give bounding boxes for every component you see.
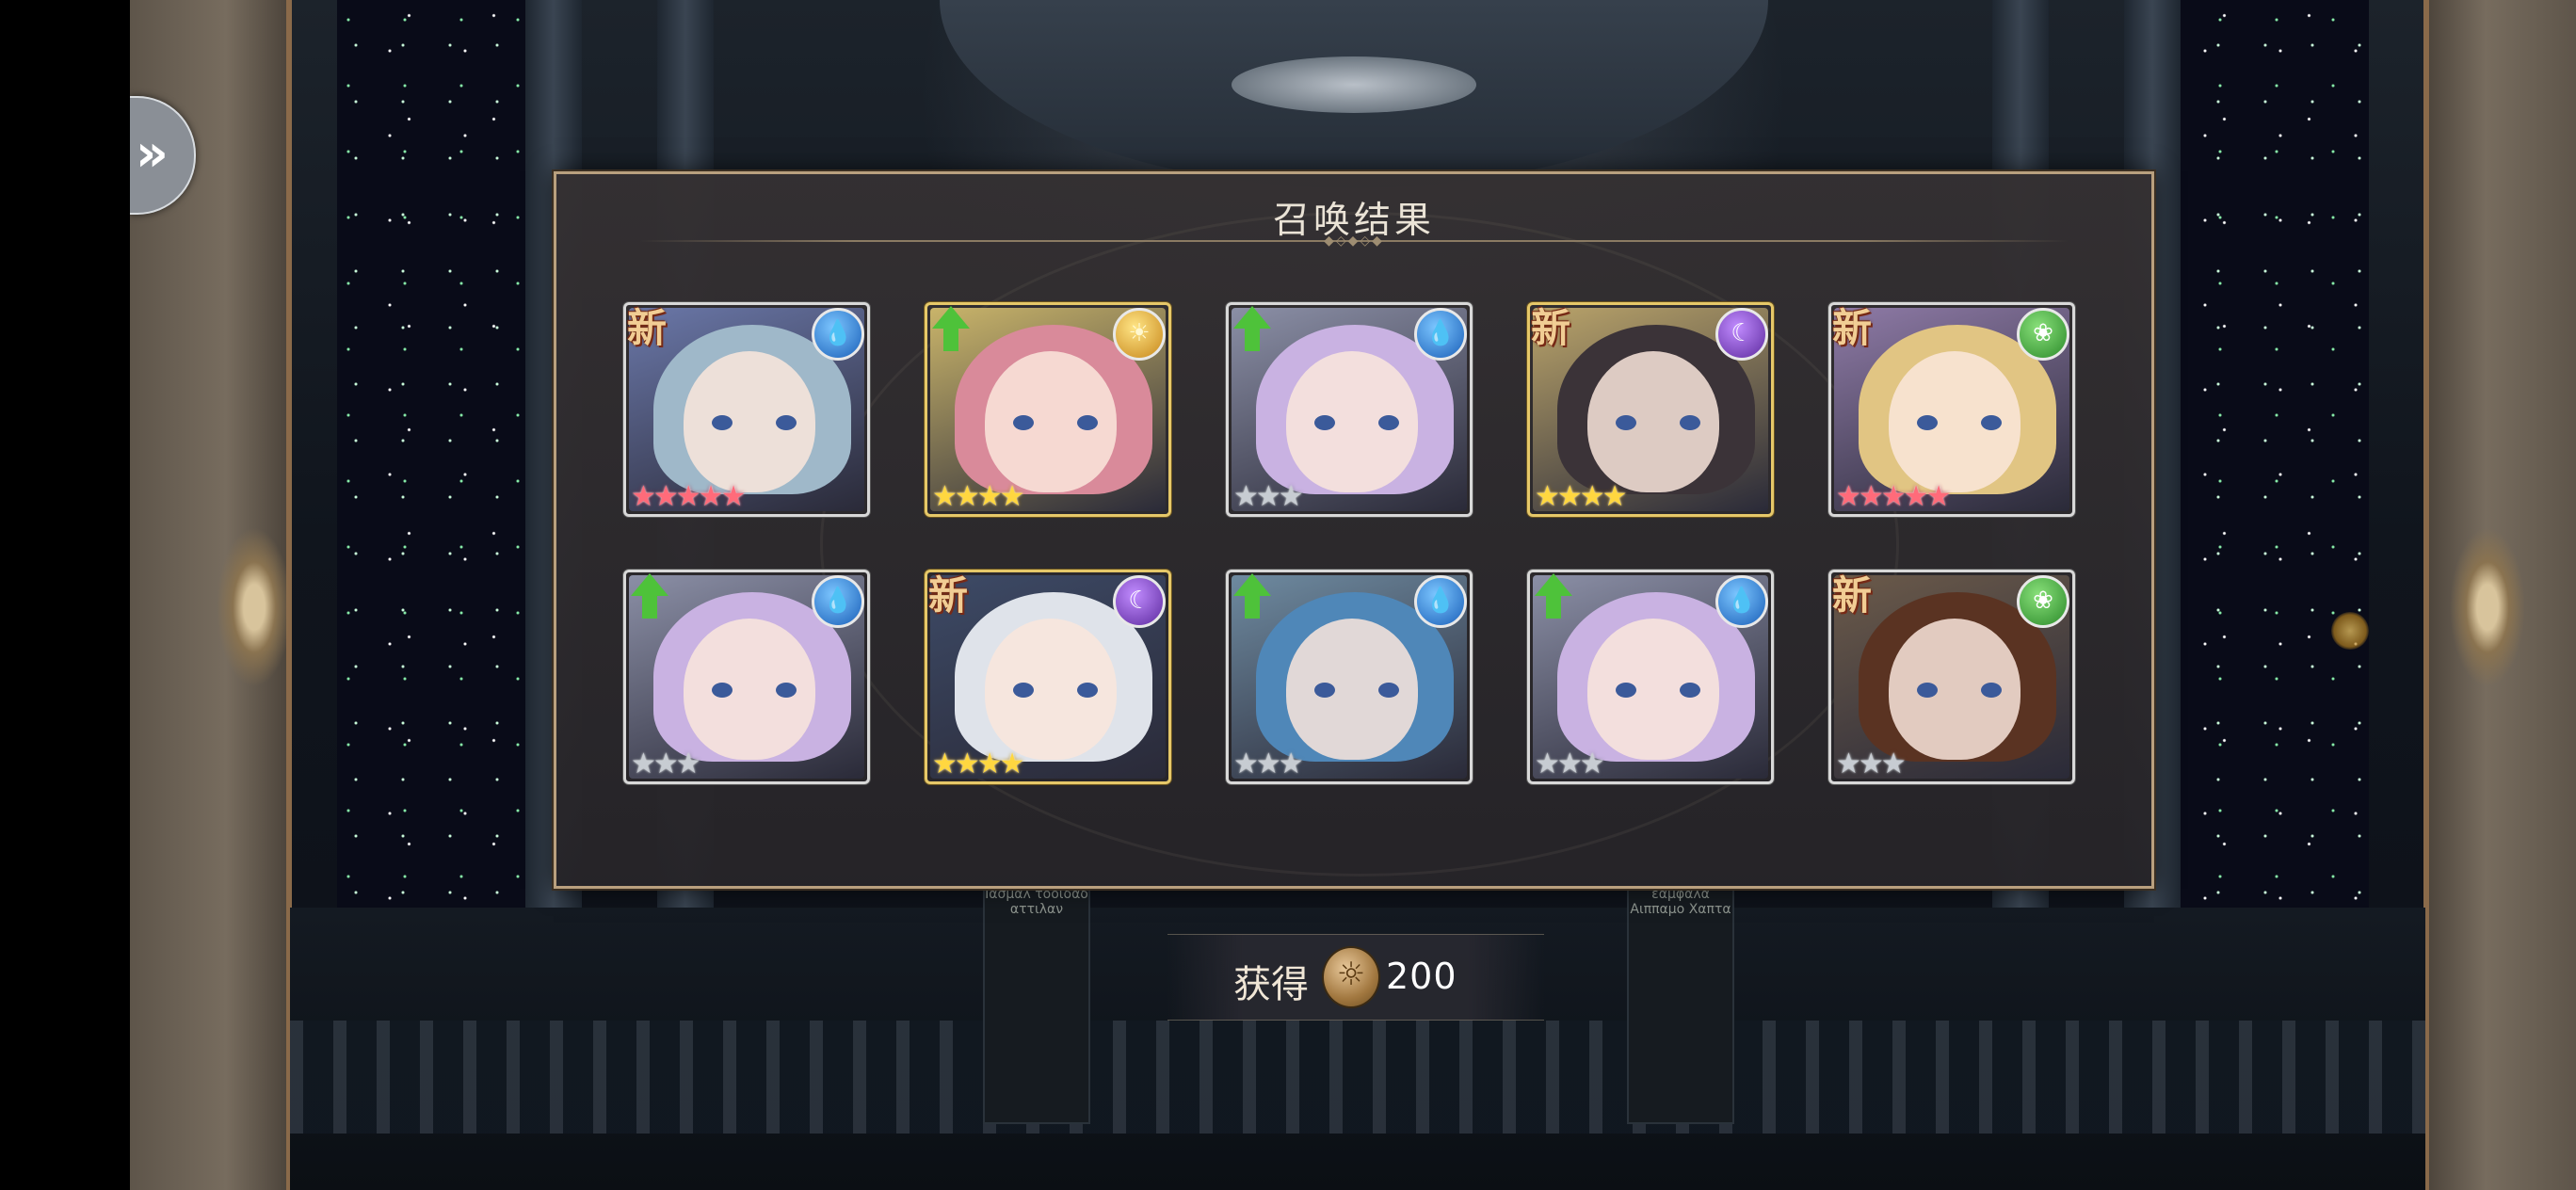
coin-icon <box>1322 946 1380 1008</box>
character-card[interactable]: 新 💧 ★★★★★ <box>623 302 870 517</box>
rarity-stars: ★★★ <box>1535 748 1605 780</box>
panel-header: 召唤结果 ◆◇◆◇◆ <box>556 174 2151 249</box>
character-eyes <box>1013 683 1098 701</box>
letterbox-left <box>0 0 130 1190</box>
glowing-orb <box>2331 612 2369 650</box>
water-element-icon: 💧 <box>1414 308 1467 361</box>
wind-element-icon: ❀ <box>2017 575 2069 628</box>
dome-skylight <box>1232 56 1476 113</box>
new-badge: 新 <box>928 572 969 619</box>
balustrade <box>290 1021 2425 1134</box>
rarity-stars: ★★★★★ <box>1836 480 1951 513</box>
character-card[interactable]: 💧 ★★★ <box>1226 302 1473 517</box>
ornament-left <box>217 527 292 687</box>
upgrade-arrow-icon <box>932 306 970 353</box>
summon-result-panel: 召唤结果 ◆◇◆◇◆ 新 💧 ★★★★★ ☀ ★★★★ 💧 ★★★ 新 ☾ ★★★★ 新 ❀ ★★★★★… <box>554 171 2154 889</box>
character-eyes <box>1616 415 1700 434</box>
character-card[interactable]: 新 ❀ ★★★★★ <box>1828 302 2075 517</box>
reward-label: 获得 <box>1233 963 1309 1006</box>
character-eyes <box>712 683 797 701</box>
rarity-stars: ★★★ <box>1836 748 1907 780</box>
double-chevron-right-icon: » <box>136 123 169 183</box>
new-badge: 新 <box>1531 305 1571 351</box>
dark-element-icon: ☾ <box>1715 308 1768 361</box>
new-badge: 新 <box>1832 305 1873 351</box>
character-eyes <box>1917 415 2002 434</box>
character-card[interactable]: 💧 ★★★ <box>623 570 870 784</box>
character-card[interactable]: 新 ☾ ★★★★ <box>1527 302 1774 517</box>
character-eyes <box>1013 415 1098 434</box>
rarity-stars: ★★★ <box>631 748 701 780</box>
character-card[interactable]: ☀ ★★★★ <box>925 302 1171 517</box>
character-card[interactable]: 💧 ★★★ <box>1226 570 1473 784</box>
character-eyes <box>1917 683 2002 701</box>
water-element-icon: 💧 <box>812 575 864 628</box>
reward-amount: 200 <box>1386 956 1457 997</box>
upgrade-arrow-icon <box>631 573 668 620</box>
rarity-stars: ★★★★ <box>932 480 1025 513</box>
new-badge: 新 <box>1832 572 1873 619</box>
rarity-stars: ★★★★★ <box>631 480 746 513</box>
water-element-icon: 💧 <box>1715 575 1768 628</box>
title-ornament: ◆◇◆◇◆ <box>1324 233 1384 249</box>
rarity-stars: ★★★★ <box>932 748 1025 780</box>
inscription-sign-right: εαμφαλα Αιππαμο Χαπτα <box>1627 885 1734 1124</box>
upgrade-arrow-icon <box>1535 573 1572 620</box>
water-element-icon: 💧 <box>1414 575 1467 628</box>
character-card[interactable]: 新 ☾ ★★★★ <box>925 570 1171 784</box>
ornament-right <box>2450 527 2525 687</box>
dark-element-icon: ☾ <box>1113 575 1166 628</box>
character-eyes <box>1314 415 1399 434</box>
character-card[interactable]: 新 ❀ ★★★ <box>1828 570 2075 784</box>
character-eyes <box>1314 683 1399 701</box>
inscription-sign-left: Ιασμαλ τοοιδαδ αττιλαν <box>983 885 1090 1124</box>
rarity-stars: ★★★★ <box>1535 480 1628 513</box>
wind-element-icon: ❀ <box>2017 308 2069 361</box>
upgrade-arrow-icon <box>1233 306 1271 353</box>
character-card[interactable]: 💧 ★★★ <box>1527 570 1774 784</box>
rarity-stars: ★★★ <box>1233 480 1304 513</box>
rarity-stars: ★★★ <box>1233 748 1304 780</box>
character-eyes <box>1616 683 1700 701</box>
reward-bar: 获得 200 <box>1167 934 1544 1021</box>
upgrade-arrow-icon <box>1233 573 1271 620</box>
light-element-icon: ☀ <box>1113 308 1166 361</box>
character-eyes <box>712 415 797 434</box>
water-element-icon: 💧 <box>812 308 864 361</box>
new-badge: 新 <box>627 305 668 351</box>
